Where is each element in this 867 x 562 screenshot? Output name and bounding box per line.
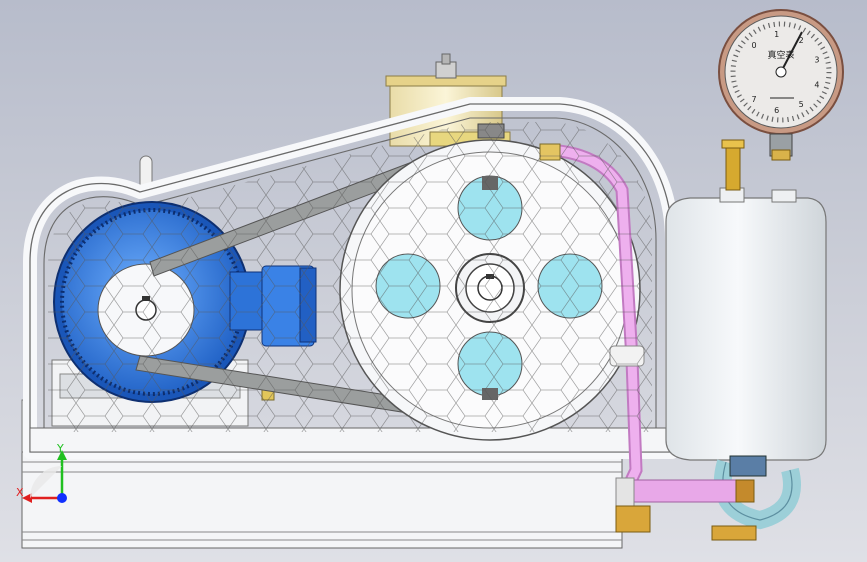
pressure-gauge: 真空表 01234567 <box>718 9 844 161</box>
cad-viewport[interactable]: 真空表 01234567 X Y <box>0 0 867 562</box>
gauge-tick-label: 1 <box>774 30 779 39</box>
gauge-tick-label: 7 <box>752 95 757 104</box>
axis-y-label: Y <box>56 442 64 455</box>
gauge-tick-label: 4 <box>814 81 819 90</box>
gauge-tick-label: 0 <box>752 41 757 50</box>
safety-mesh <box>48 122 652 444</box>
silencer-tank <box>665 139 827 530</box>
gauge-tick-label: 3 <box>814 55 819 64</box>
model-canvas[interactable]: 真空表 01234567 X Y <box>0 0 867 562</box>
axis-x-label: X <box>16 486 24 499</box>
gauge-tick-label: 5 <box>799 100 804 109</box>
gauge-tick-label: 6 <box>774 106 779 115</box>
